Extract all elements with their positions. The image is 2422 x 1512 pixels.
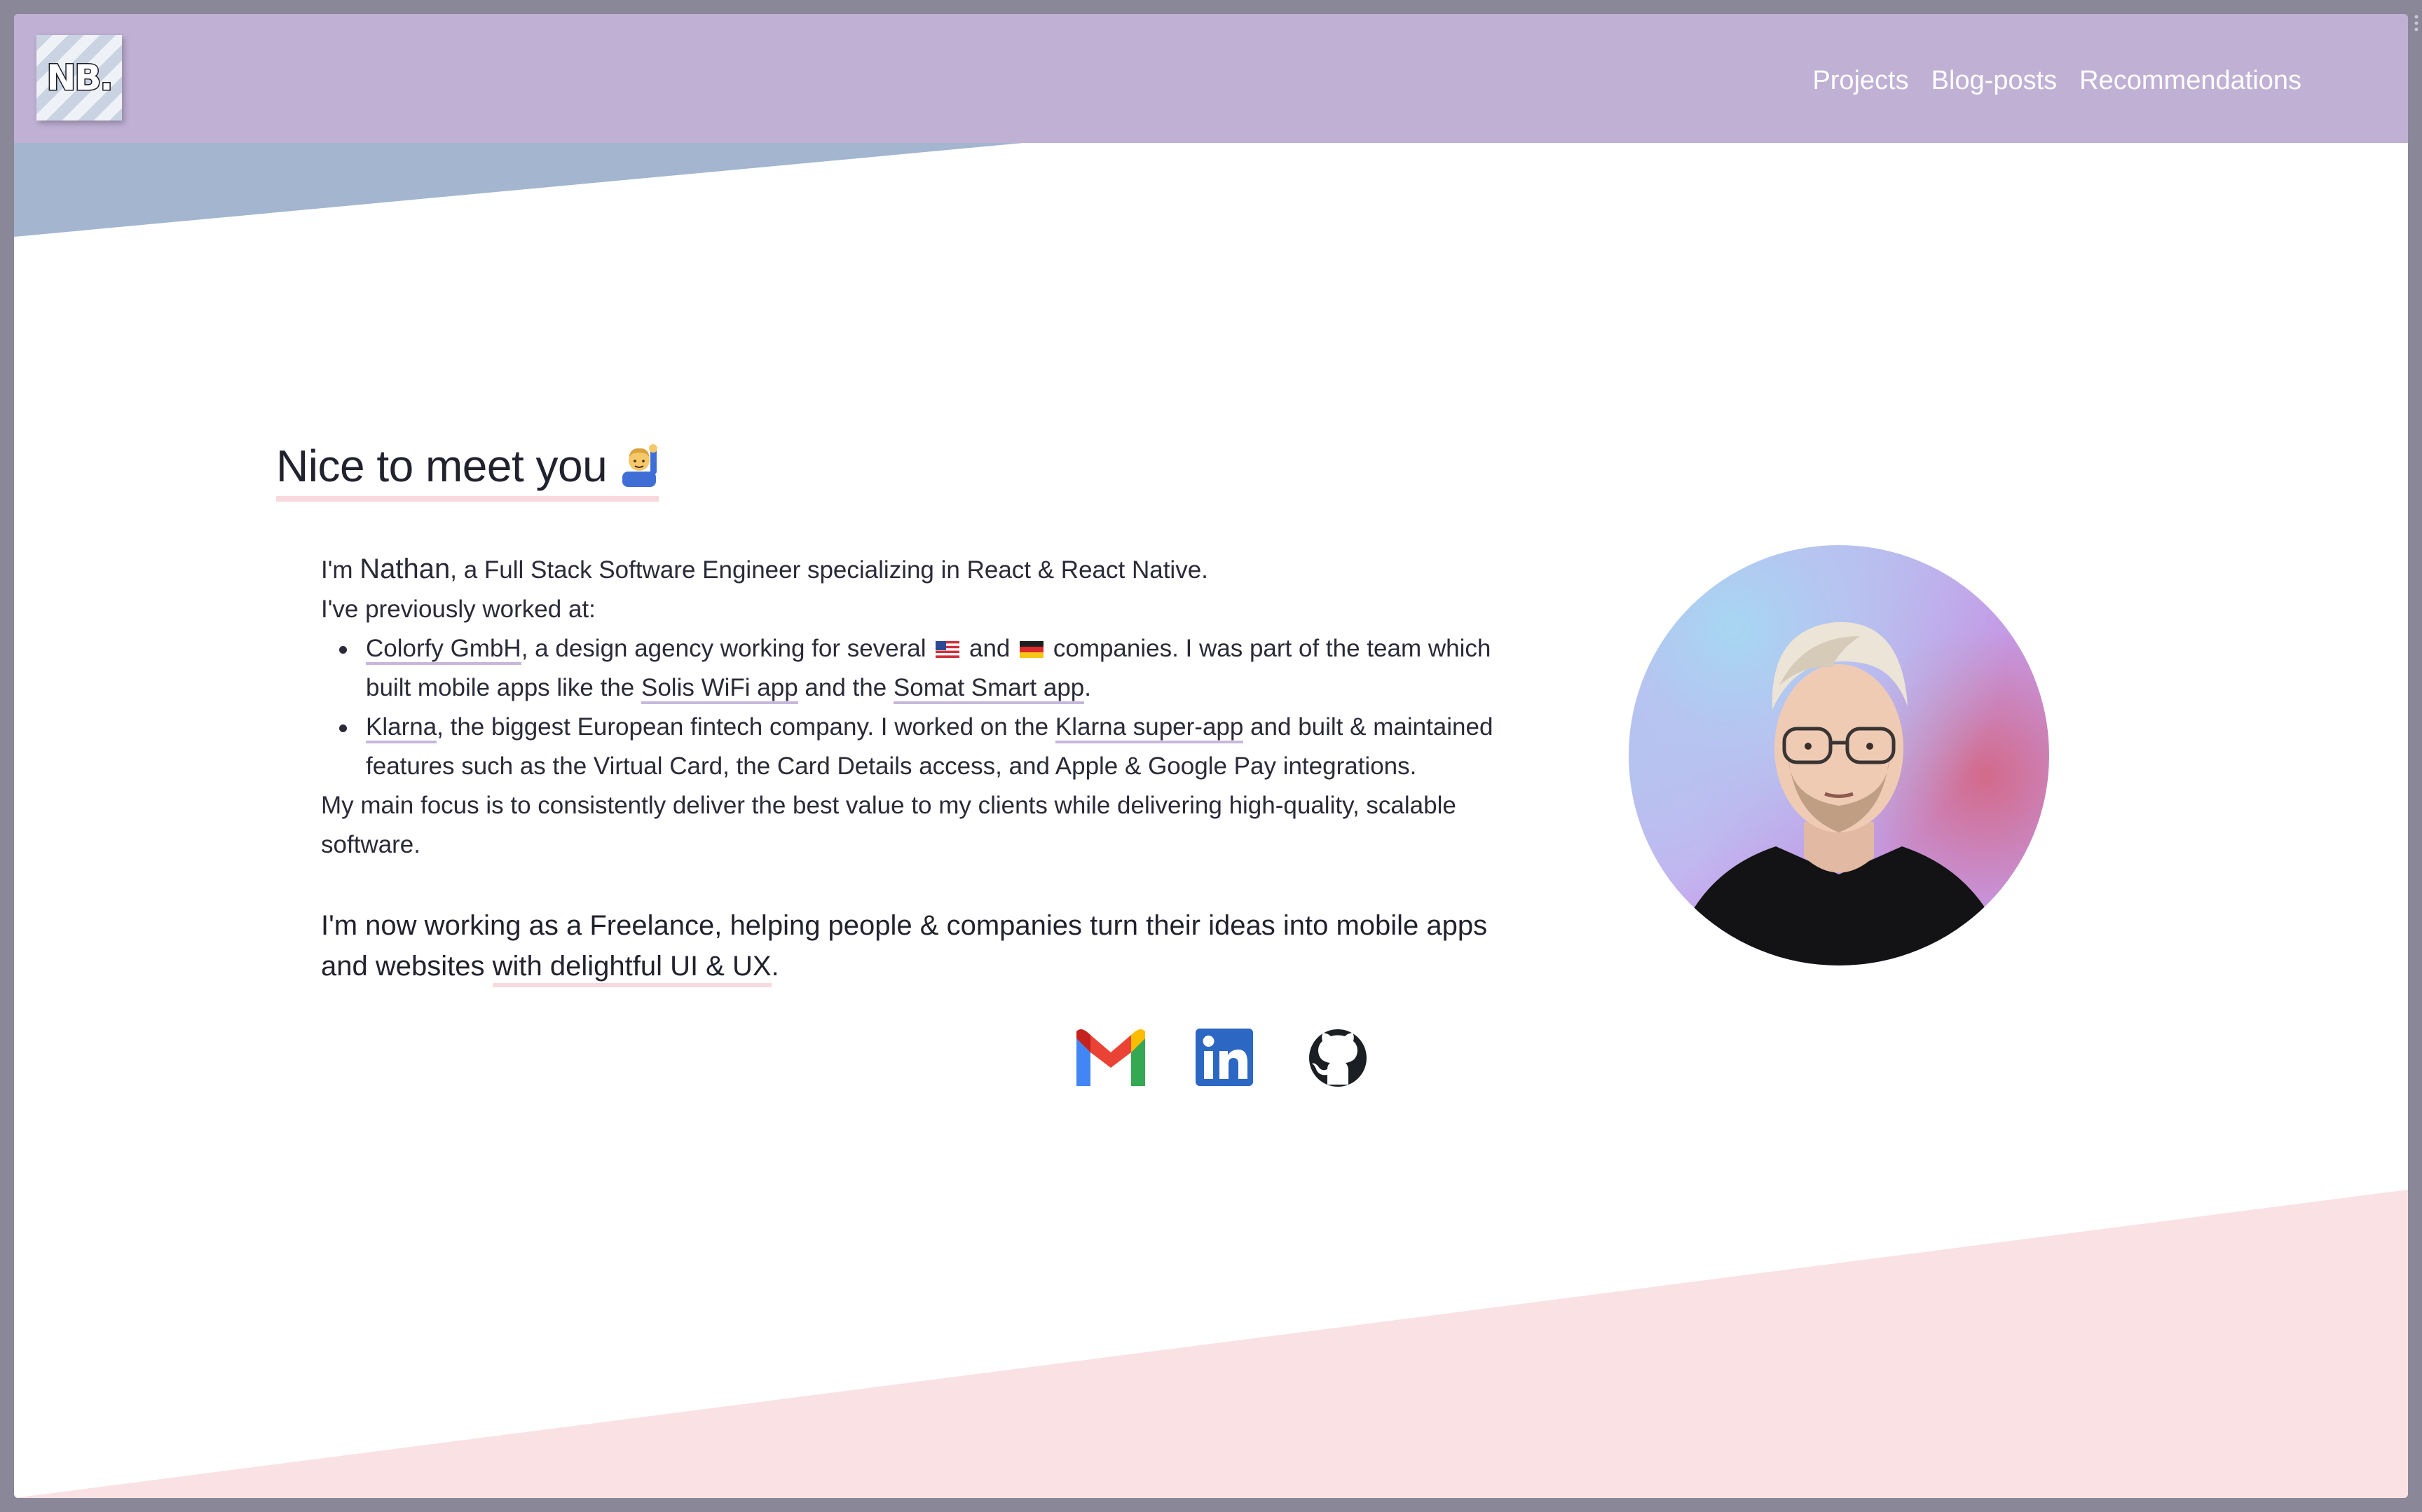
site-header: NB. Projects Blog-posts Recommendations [14, 14, 2408, 143]
profile-photo-illustration [1671, 621, 2011, 965]
browser-window: NB. Projects Blog-posts Recommendations … [14, 14, 2408, 1498]
page-title: Nice to meet you [276, 440, 659, 502]
list-item: Klarna, the biggest European fintech com… [321, 708, 1505, 786]
list-item-text: , a design agency working for several [521, 635, 933, 662]
github-icon[interactable] [1299, 1023, 1376, 1093]
nav-projects[interactable]: Projects [1812, 66, 1908, 96]
somat-smart-link[interactable]: Somat Smart app [893, 674, 1085, 704]
intro-text: I'm Nathan, a Full Stack Software Engine… [321, 549, 1505, 865]
social-links [1072, 1023, 1376, 1093]
focus-text: My main focus is to consistently deliver… [321, 792, 1456, 858]
list-item-text: , the biggest European fintech company. … [437, 713, 1055, 741]
intro-line-2: I've previously worked at: [321, 596, 596, 623]
profile-photo [1629, 545, 2049, 965]
linkedin-icon[interactable] [1186, 1023, 1263, 1093]
main-content: Nice to meet you I'm Nathan, a Full Stac… [14, 14, 2408, 1498]
solis-wifi-link[interactable]: Solis WiFi app [641, 674, 798, 704]
intro-prefix: I'm [321, 556, 360, 584]
list-item-text: and [962, 635, 1018, 662]
freelance-text-b: . [771, 951, 779, 982]
logo-text: NB. [46, 57, 114, 99]
klarna-super-app-link[interactable]: Klarna super-app [1055, 713, 1244, 743]
nav-blog-posts[interactable]: Blog-posts [1931, 66, 2058, 96]
main-nav: Projects Blog-posts Recommendations [1812, 66, 2301, 96]
freelance-text: I'm now working as a Freelance, helping … [321, 905, 1505, 987]
page-title-text: Nice to meet you [276, 441, 608, 491]
nav-recommendations[interactable]: Recommendations [2079, 66, 2301, 96]
klarna-link[interactable]: Klarna [366, 713, 437, 743]
list-item-text: and the [798, 674, 894, 701]
intro-line-1: I'm Nathan, a Full Stack Software Engine… [321, 549, 1505, 590]
freelance-highlight: with delightful UI & UX [492, 951, 772, 987]
gmail-icon[interactable] [1072, 1023, 1149, 1093]
list-item: Colorfy GmbH, a design agency working fo… [321, 629, 1505, 708]
list-item-text: . [1084, 674, 1091, 701]
colorfy-link[interactable]: Colorfy GmbH [366, 635, 521, 665]
us-flag-icon [936, 641, 960, 658]
work-list: Colorfy GmbH, a design agency working fo… [321, 629, 1505, 786]
raising-hand-emoji-icon [622, 444, 658, 487]
logo[interactable]: NB. [36, 35, 122, 121]
intro-name: Nathan [360, 554, 451, 584]
de-flag-icon [1020, 641, 1044, 658]
window-resize-handle-icon[interactable] [2414, 14, 2419, 32]
intro-suffix: , a Full Stack Software Engineer special… [450, 556, 1208, 584]
